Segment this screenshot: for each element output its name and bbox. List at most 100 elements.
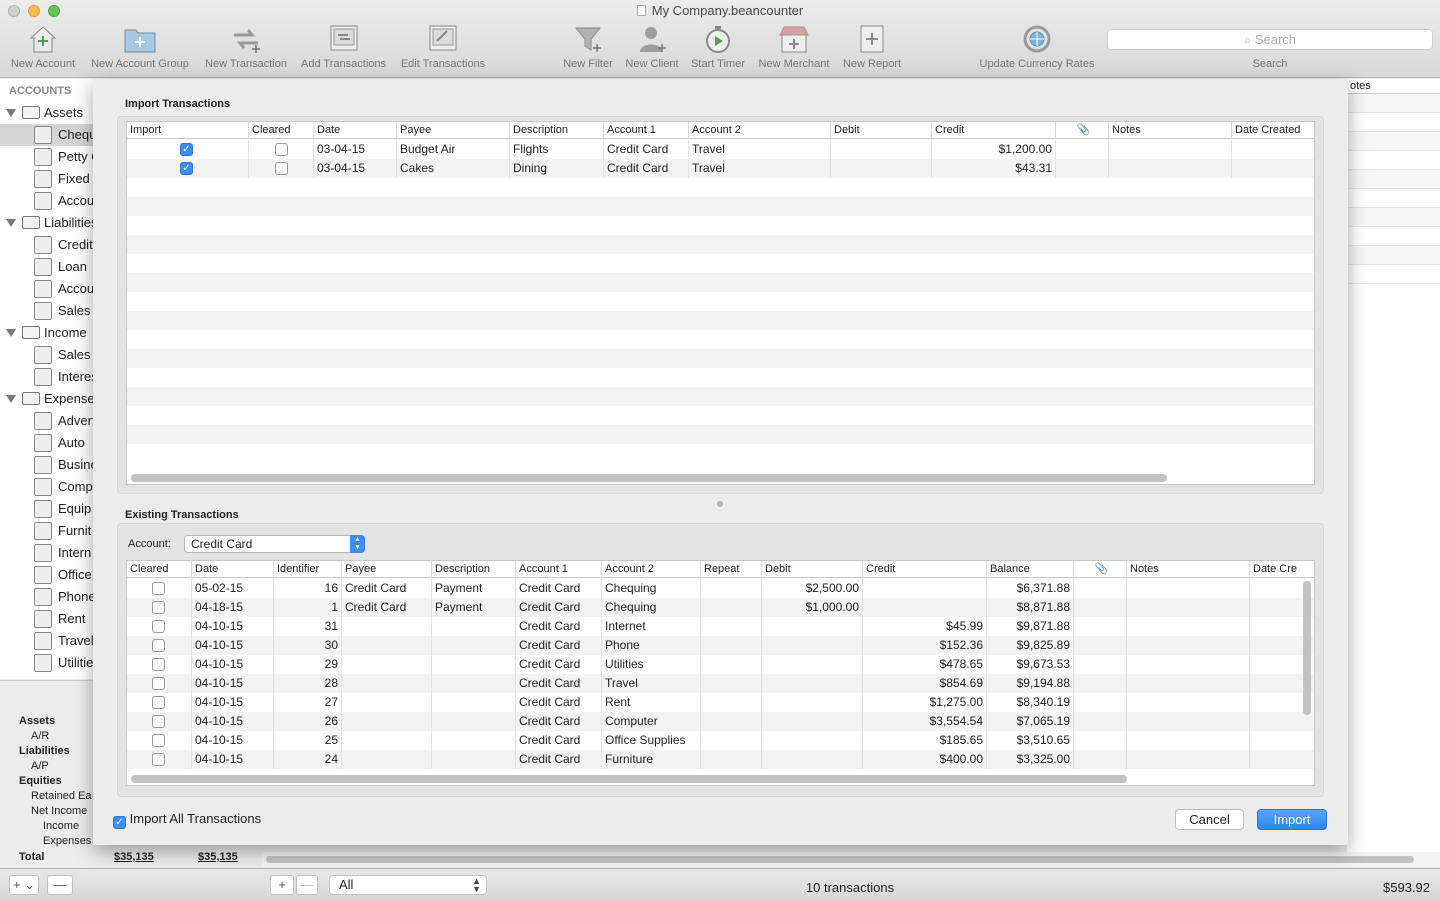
table-row[interactable]: 04-10-15 31 Credit Card Internet $45.99 $9,87… (127, 617, 1314, 636)
sidebar-item[interactable]: Accou (0, 190, 93, 212)
cleared-checkbox[interactable] (152, 639, 165, 652)
column-header[interactable]: Payee (397, 122, 510, 139)
table-row[interactable] (127, 178, 1314, 197)
cleared-checkbox[interactable] (152, 753, 165, 766)
cleared-checkbox[interactable] (275, 143, 288, 156)
new-account-button[interactable]: New Account (8, 22, 78, 70)
cleared-checkbox[interactable] (152, 734, 165, 747)
account-select[interactable]: Credit Card ▲ ▼ (184, 535, 365, 553)
table-row[interactable]: 04-10-15 24 Credit Card Furniture $400.00 $3,… (127, 750, 1314, 769)
disclosure-triangle-icon[interactable] (6, 329, 16, 337)
table-row[interactable] (127, 349, 1314, 368)
cleared-checkbox[interactable] (275, 162, 288, 175)
table-row[interactable] (127, 368, 1314, 387)
table-row[interactable]: 04-10-15 29 Credit Card Utilities $478.65 $9,… (127, 655, 1314, 674)
import-table-scrollbar[interactable] (131, 474, 1167, 482)
sidebar-item[interactable]: Equip (0, 498, 93, 520)
cleared-checkbox[interactable] (152, 582, 165, 595)
column-header[interactable]: Credit (863, 561, 987, 578)
table-row[interactable] (127, 254, 1314, 273)
add-transaction-button[interactable]: + (270, 875, 294, 895)
sidebar-group[interactable]: Income (0, 322, 93, 344)
column-header[interactable]: Date Created (1232, 122, 1314, 139)
sidebar-group[interactable]: Expense (0, 388, 93, 410)
import-checkbox[interactable]: ✓ (180, 162, 193, 175)
sidebar-item[interactable]: Phone (0, 586, 93, 608)
add-account-menu-button[interactable]: + ⌄ (9, 875, 39, 895)
table-row[interactable]: ✓ 03-04-15 Budget Air Flights Credit Card Tra… (127, 140, 1314, 159)
disclosure-triangle-icon[interactable] (6, 395, 16, 403)
cleared-checkbox[interactable] (152, 696, 165, 709)
sidebar-item[interactable]: Auto (0, 432, 93, 454)
cleared-checkbox[interactable] (152, 677, 165, 690)
sidebar-item[interactable]: Comp (0, 476, 93, 498)
sidebar-group[interactable]: Liabilities (0, 212, 93, 234)
column-header[interactable]: Balance (987, 561, 1074, 578)
sidebar-item[interactable]: Interes (0, 366, 93, 388)
column-header[interactable]: Date (314, 122, 397, 139)
sidebar-item[interactable]: Busine (0, 454, 93, 476)
new-merchant-button[interactable]: New Merchant (755, 22, 833, 70)
column-header[interactable]: Account 2 (689, 122, 831, 139)
cleared-checkbox[interactable] (152, 601, 165, 614)
cleared-checkbox[interactable] (152, 715, 165, 728)
new-account-group-button[interactable]: New Account Group (86, 22, 194, 70)
sidebar-item[interactable]: Furnit (0, 520, 93, 542)
column-header[interactable]: Notes (1127, 561, 1250, 578)
existing-table-vscrollbar[interactable] (1303, 581, 1311, 715)
existing-table-hscrollbar[interactable] (131, 775, 1127, 783)
table-row[interactable] (127, 330, 1314, 349)
table-row[interactable]: 04-10-15 25 Credit Card Office Supplies $185… (127, 731, 1314, 750)
sidebar-group[interactable]: Assets (0, 102, 93, 124)
column-header[interactable]: Notes (1109, 122, 1232, 139)
cleared-checkbox[interactable] (152, 620, 165, 633)
sidebar-item[interactable]: Travel (0, 630, 93, 652)
sidebar-item[interactable]: Loan (0, 256, 93, 278)
table-row[interactable] (127, 311, 1314, 330)
remove-account-button[interactable]: — (47, 875, 73, 895)
sidebar-item[interactable]: Sales (0, 344, 93, 366)
sidebar-item[interactable]: Rent (0, 608, 93, 630)
new-transaction-button[interactable]: New Transaction (201, 22, 291, 70)
column-header[interactable]: Cleared (127, 561, 192, 578)
scrollbar-thumb[interactable] (266, 856, 1414, 863)
import-button[interactable]: Import (1257, 809, 1327, 830)
sidebar-item[interactable]: Sales (0, 300, 93, 322)
paperclip-icon[interactable]: 📎 (1056, 122, 1109, 139)
cancel-button[interactable]: Cancel (1175, 809, 1244, 830)
column-header[interactable]: Description (510, 122, 604, 139)
sidebar-item[interactable]: Advert (0, 410, 93, 432)
column-header[interactable]: Import (127, 122, 249, 139)
column-header[interactable]: Payee (342, 561, 432, 578)
sidebar-item[interactable]: Office (0, 564, 93, 586)
disclosure-triangle-icon[interactable] (6, 219, 16, 227)
table-row[interactable] (127, 197, 1314, 216)
column-header[interactable]: Account 2 (602, 561, 701, 578)
column-header[interactable]: Credit (932, 122, 1056, 139)
column-header[interactable]: Date Cre (1250, 561, 1314, 578)
edit-transactions-button[interactable]: Edit Transactions (397, 22, 489, 70)
column-header[interactable]: Account 1 (516, 561, 602, 578)
table-row[interactable] (127, 235, 1314, 254)
split-view-handle[interactable] (717, 501, 723, 507)
column-header[interactable]: Description (432, 561, 516, 578)
column-header[interactable]: Account 1 (604, 122, 689, 139)
sidebar-item[interactable]: Intern (0, 542, 93, 564)
main-horizontal-scrollbar[interactable] (262, 852, 1440, 866)
table-row[interactable] (127, 406, 1314, 425)
table-row[interactable]: ✓ 03-04-15 Cakes Dining Credit Card Travel $43… (127, 159, 1314, 178)
table-row[interactable]: 04-18-15 1 Credit Card Payment Credit Card Ch… (127, 598, 1314, 617)
table-row[interactable]: 04-10-15 26 Credit Card Computer $3,554.54 $7… (127, 712, 1314, 731)
paperclip-icon[interactable]: 📎 (1074, 561, 1127, 578)
import-all-checkbox[interactable]: ✓ Import All Transactions (113, 811, 261, 829)
table-row[interactable] (127, 216, 1314, 235)
new-filter-button[interactable]: New Filter (559, 22, 617, 70)
search-input[interactable]: ⌕ Search (1107, 29, 1433, 50)
table-row[interactable] (127, 292, 1314, 311)
table-row[interactable] (127, 387, 1314, 406)
new-report-button[interactable]: New Report (840, 22, 904, 70)
table-row[interactable]: 04-10-15 28 Credit Card Travel $854.69 $9,194… (127, 674, 1314, 693)
table-row[interactable]: 04-10-15 30 Credit Card Phone $152.36 $9,825.… (127, 636, 1314, 655)
sidebar-item[interactable]: Utilitie (0, 652, 93, 674)
sidebar-item[interactable]: Accou (0, 278, 93, 300)
